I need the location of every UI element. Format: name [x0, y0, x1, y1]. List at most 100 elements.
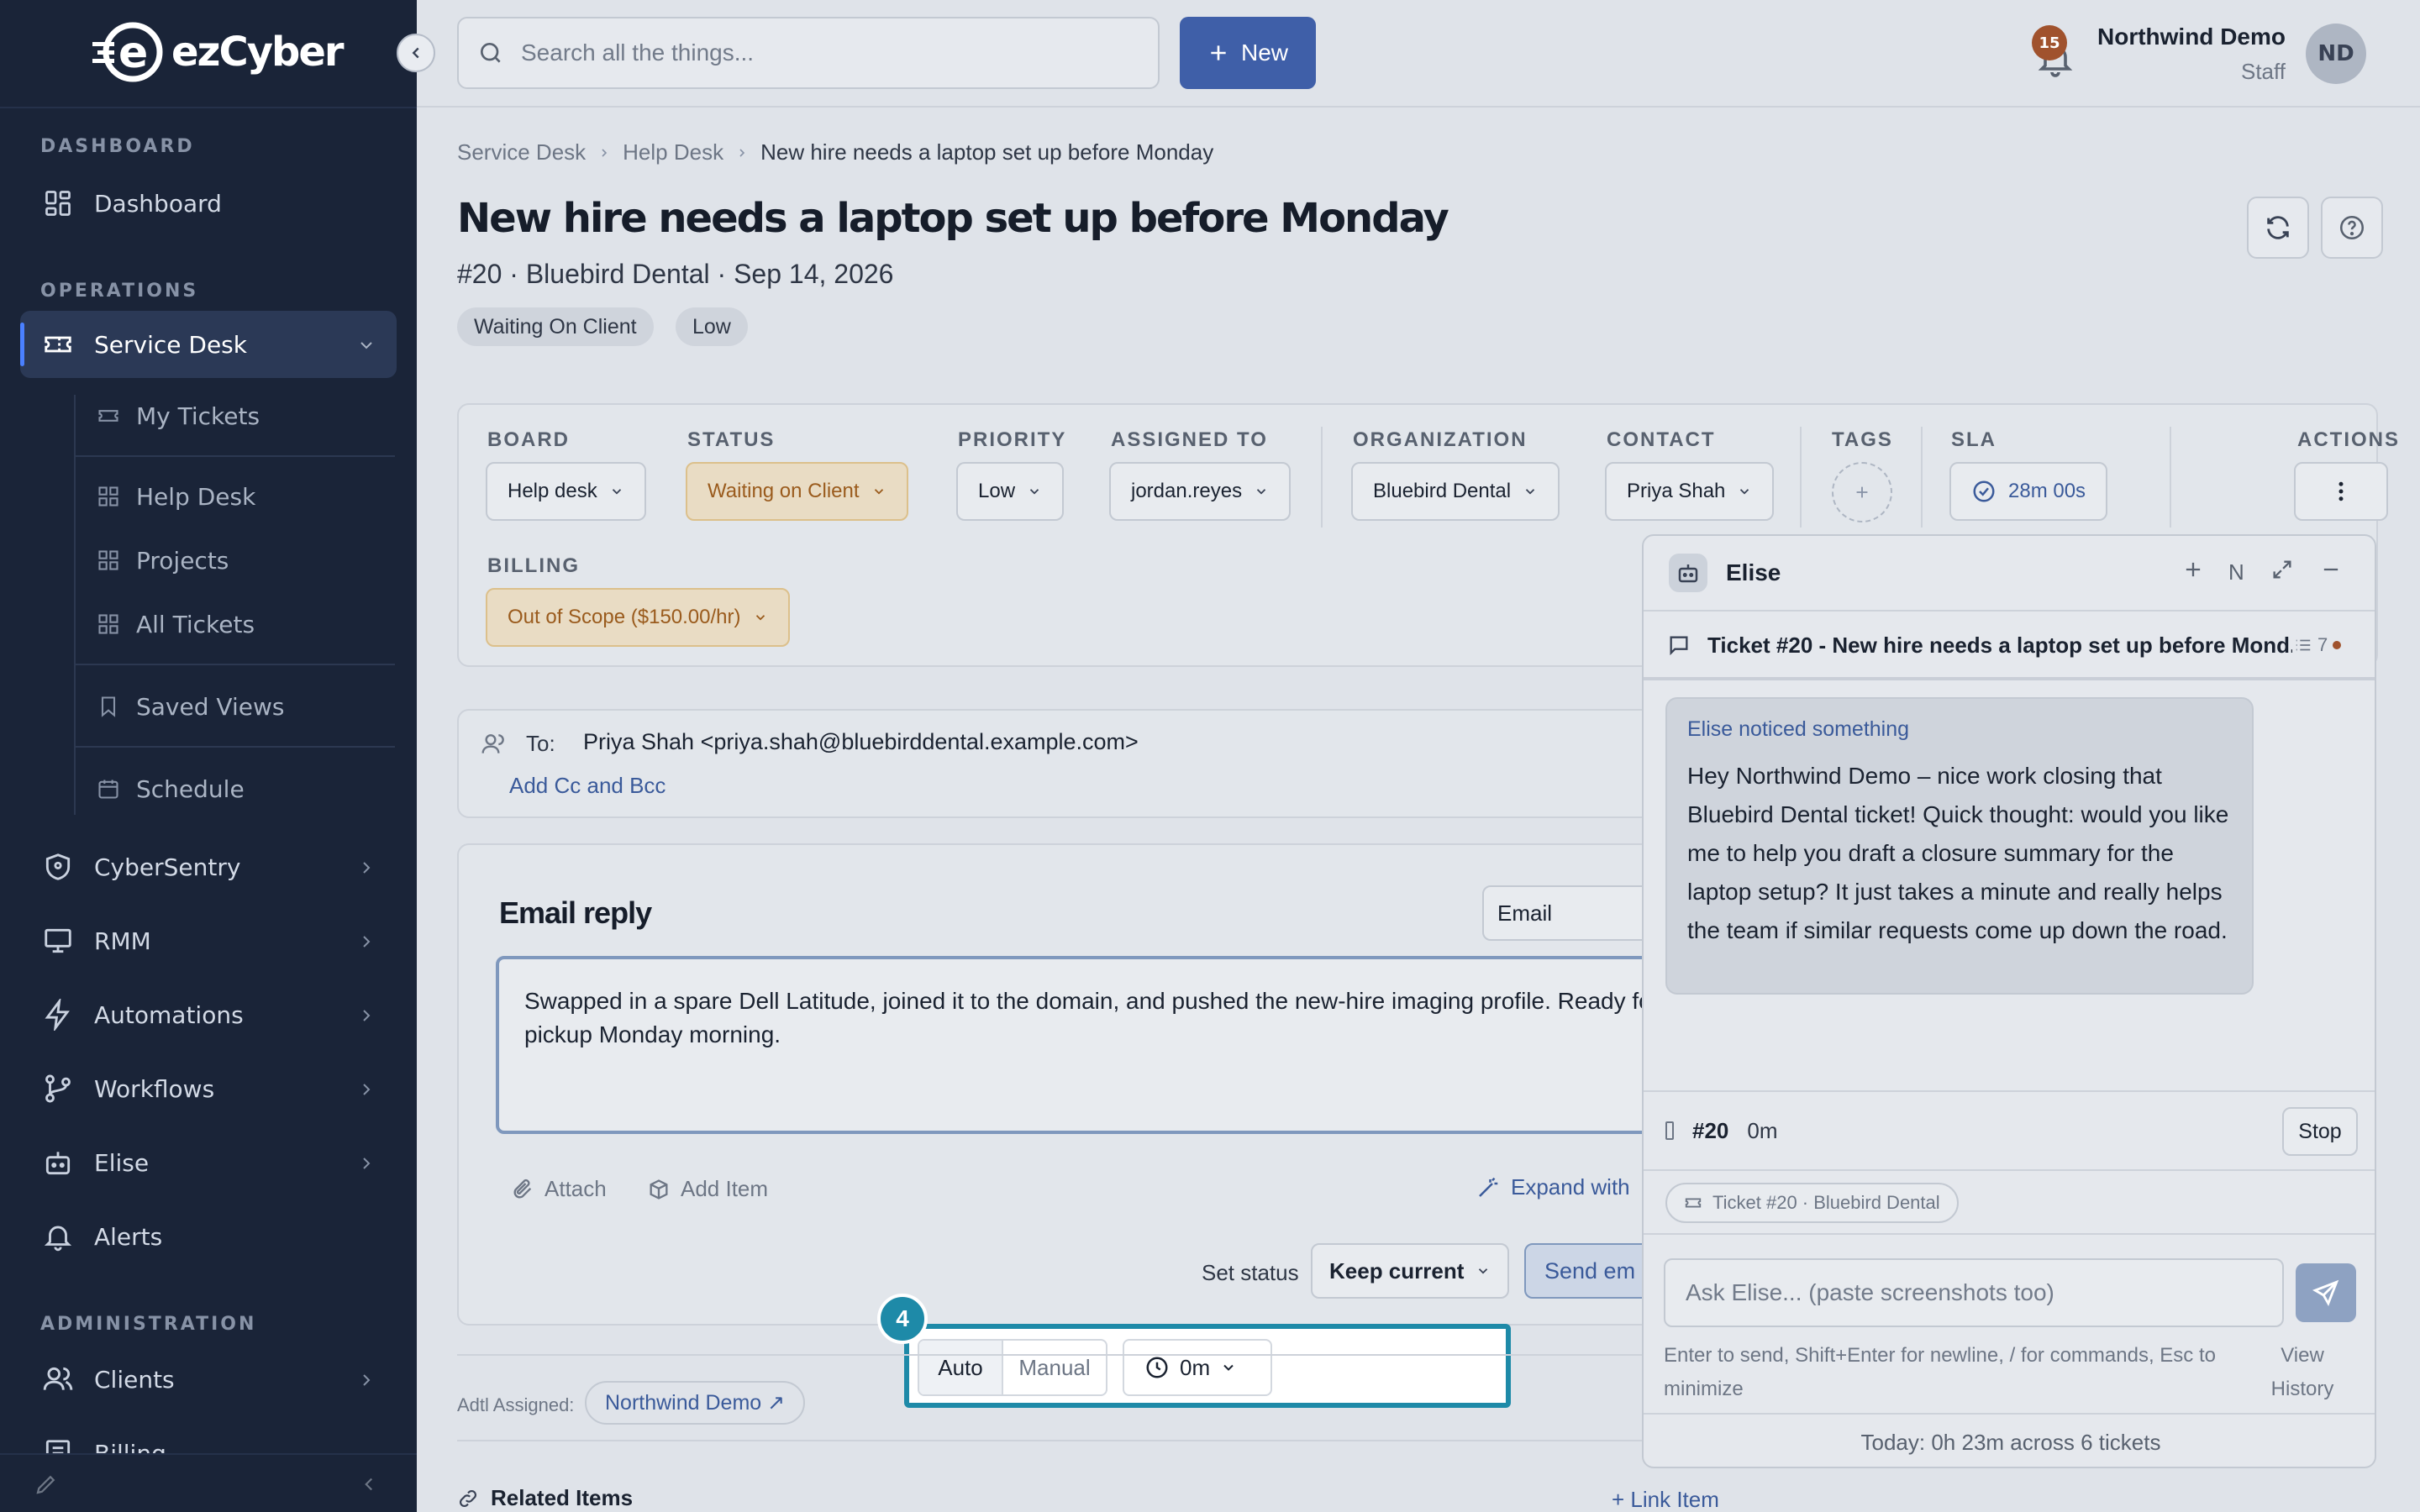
set-status-select[interactable]: Keep current: [1311, 1243, 1510, 1299]
grid-icon: [40, 186, 76, 221]
elise-timer-bar: #20 0m Stop: [1644, 1090, 2375, 1171]
status-select[interactable]: Waiting on Client: [686, 462, 908, 521]
sidebar-collapse-button[interactable]: [397, 34, 435, 72]
link-item-button[interactable]: + Link Item: [1612, 1487, 1719, 1512]
plus-icon: [1211, 45, 1226, 60]
chevron-left-icon[interactable]: [358, 1473, 380, 1495]
sidebar-item-my-tickets[interactable]: My Tickets: [76, 386, 395, 445]
svg-text:e: e: [118, 28, 148, 78]
breadcrumb: Service Desk Help Desk New hire needs a …: [457, 139, 1213, 165]
billing-select[interactable]: Out of Scope ($150.00/hr): [486, 588, 790, 647]
priority-badge: Low: [676, 307, 748, 346]
expand-button[interactable]: [2270, 558, 2294, 587]
new-button-label: New: [1240, 39, 1288, 66]
select-value: jordan.reyes: [1131, 480, 1243, 502]
sidebar-item-all-tickets[interactable]: All Tickets: [76, 595, 395, 654]
edit-icon[interactable]: [34, 1472, 59, 1497]
select-value: Out of Scope ($150.00/hr): [508, 606, 741, 628]
elise-n-button[interactable]: N: [2228, 559, 2244, 585]
search-input[interactable]: [521, 39, 1109, 66]
sidebar-item-dashboard[interactable]: Dashboard: [20, 170, 397, 237]
chevron-right-icon: [356, 1368, 376, 1396]
chevron-down-icon: [356, 333, 376, 361]
contact-select[interactable]: Priya Shah: [1605, 462, 1775, 521]
sidebar-item-service-desk[interactable]: Service Desk: [20, 311, 397, 378]
sidebar-item-label: Dashboard: [94, 189, 222, 218]
clock-icon: [1146, 1357, 1168, 1378]
elise-ticket-title: Ticket #20 - New hire needs a laptop set…: [1707, 632, 2292, 658]
attach-button[interactable]: Attach: [511, 1176, 607, 1202]
new-button[interactable]: New: [1180, 17, 1316, 89]
timer-indicator-icon: [1665, 1121, 1674, 1140]
reply-body-textarea[interactable]: Swapped in a spare Dell Latitude, joined…: [496, 956, 1689, 1134]
additional-assigned-chip[interactable]: Northwind Demo ↗: [585, 1381, 806, 1425]
add-tag-button[interactable]: [1832, 462, 1892, 522]
assigned-select[interactable]: jordan.reyes: [1109, 462, 1292, 521]
field-label: STATUS: [687, 428, 776, 451]
avatar[interactable]: ND: [2306, 24, 2366, 84]
list-icon: [2296, 639, 2311, 651]
timer-value: 0m: [1747, 1117, 1778, 1143]
breadcrumb-link[interactable]: Help Desk: [623, 139, 723, 165]
organization-select[interactable]: Bluebird Dental: [1351, 462, 1560, 521]
sidebar-item-help-desk[interactable]: Help Desk: [76, 467, 395, 526]
chevron-down-icon: [1223, 1364, 1234, 1371]
sidebar-item-elise[interactable]: Elise: [20, 1129, 397, 1196]
expand-with-ai-button[interactable]: Expand with: [1476, 1174, 1630, 1200]
toggle-label: Manual: [1018, 1354, 1091, 1380]
expand-label: Expand with: [1511, 1174, 1630, 1200]
divider: [457, 1354, 1676, 1356]
refresh-button[interactable]: [2247, 197, 2309, 259]
sidebar-item-workflows[interactable]: Workflows: [20, 1055, 397, 1122]
sidebar-item-cybersentry[interactable]: CyberSentry: [20, 833, 397, 900]
unread-dot: [2333, 641, 2342, 649]
search-box[interactable]: [457, 17, 1160, 89]
stop-timer-button[interactable]: Stop: [2282, 1107, 2358, 1156]
context-chip[interactable]: Ticket #20 · Bluebird Dental: [1665, 1183, 1959, 1223]
robot-icon: [1669, 554, 1707, 592]
field-label: ACTIONS: [2297, 428, 2400, 451]
sidebar-item-projects[interactable]: Projects: [76, 531, 395, 590]
field-label: BILLING: [487, 554, 580, 577]
sidebar-item-label: CyberSentry: [94, 853, 241, 881]
chevron-down-icon: [755, 615, 765, 621]
minimize-button[interactable]: [2319, 558, 2343, 587]
sidebar-item-clients[interactable]: Clients: [20, 1346, 397, 1413]
topbar: New 15 Northwind Demo Staff ND: [417, 0, 2420, 108]
sidebar-item-schedule[interactable]: Schedule: [76, 759, 395, 818]
sla-value: 28m 00s: [2008, 480, 2086, 502]
add-item-button[interactable]: Add Item: [647, 1176, 768, 1202]
divider: [74, 746, 395, 748]
priority-select[interactable]: Low: [956, 462, 1065, 521]
sidebar-sub-label: Help Desk: [136, 482, 256, 511]
sidebar-item-alerts[interactable]: Alerts: [20, 1203, 397, 1270]
time-duration-select[interactable]: 0m: [1123, 1339, 1272, 1396]
sidebar-item-saved-views[interactable]: Saved Views: [76, 677, 395, 736]
app-logo[interactable]: e ezCyber: [91, 20, 345, 84]
time-mode-toggle: Auto Manual: [918, 1339, 1107, 1396]
chevron-down-icon: [1256, 489, 1266, 495]
help-button[interactable]: [2321, 197, 2383, 259]
send-label: Send em: [1544, 1257, 1636, 1284]
sla-timer[interactable]: 28m 00s: [1949, 462, 2108, 521]
elise-chat-input[interactable]: Ask Elise... (paste screenshots too): [1664, 1258, 2284, 1327]
users-icon: [481, 734, 504, 753]
to-recipient[interactable]: Priya Shah <priya.shah@bluebirddental.ex…: [583, 729, 1139, 755]
sidebar-item-rmm[interactable]: RMM: [20, 907, 397, 974]
actions-menu-button[interactable]: [2294, 462, 2388, 521]
elise-send-button[interactable]: [2296, 1263, 2356, 1322]
elise-header: Elise N: [1644, 536, 2375, 612]
time-mode-auto[interactable]: Auto: [919, 1341, 1003, 1394]
view-history-link[interactable]: View History: [2252, 1339, 2353, 1406]
add-cc-bcc-link[interactable]: Add Cc and Bcc: [509, 773, 666, 799]
new-chat-button[interactable]: [2181, 558, 2205, 587]
breadcrumb-link[interactable]: Service Desk: [457, 139, 586, 165]
board-select[interactable]: Help desk: [486, 462, 646, 521]
sidebar-item-automations[interactable]: Automations: [20, 981, 397, 1048]
elise-ticket-context[interactable]: Ticket #20 - New hire needs a laptop set…: [1644, 613, 2375, 680]
select-value: Help desk: [508, 480, 597, 502]
email-reply-card: Email reply Email Swapped in a spare Del…: [457, 843, 1692, 1326]
elise-message-bubble: Elise noticed something Hey Northwind De…: [1665, 697, 2254, 995]
time-mode-manual[interactable]: Manual: [1003, 1341, 1106, 1394]
chat-bubble-icon: [1670, 636, 1688, 656]
